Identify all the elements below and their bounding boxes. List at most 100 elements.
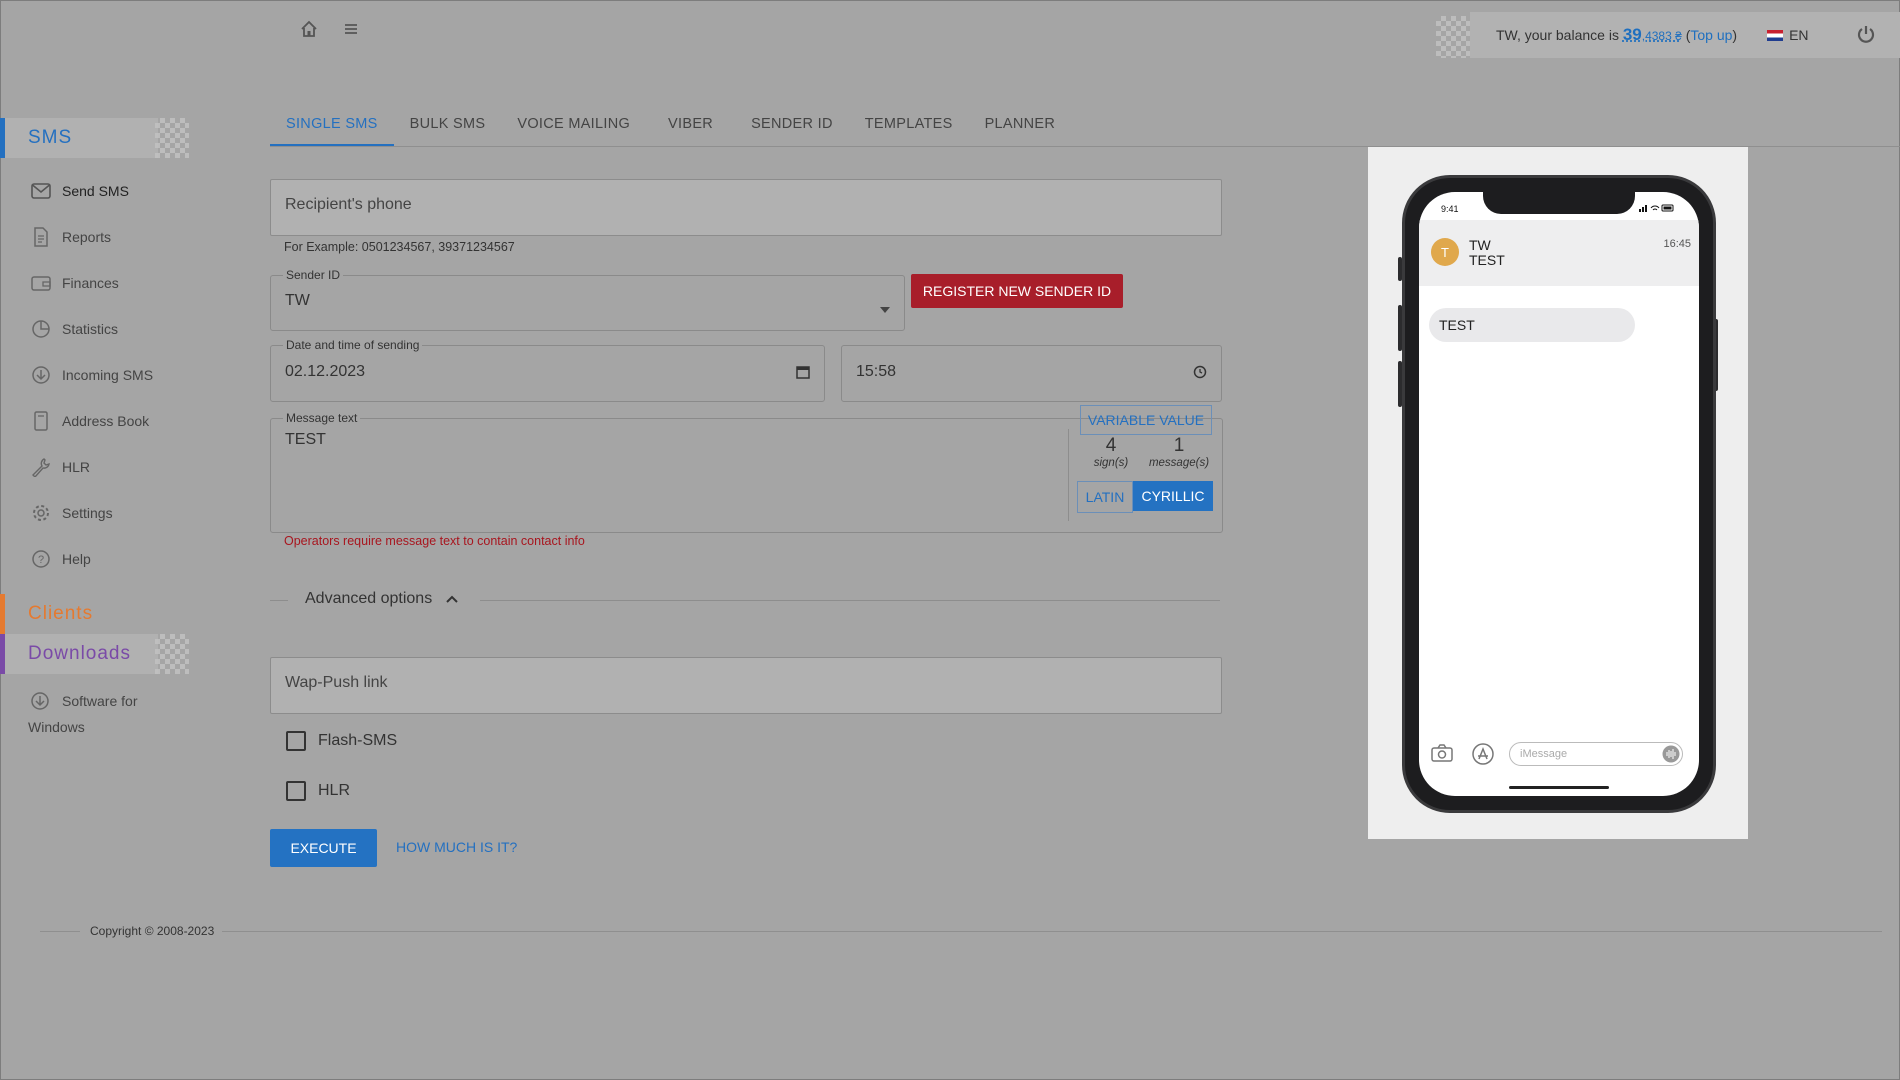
camera-icon: [1431, 744, 1453, 767]
tab-viber[interactable]: VIBER: [646, 104, 735, 144]
sidebar-section-sms-label: SMS: [28, 127, 73, 148]
sidebar-item-address-book[interactable]: Address Book: [0, 398, 190, 444]
flash-sms-checkbox[interactable]: Flash-SMS: [286, 731, 397, 751]
tab-templates[interactable]: TEMPLATES: [849, 104, 969, 144]
message-count: 1: [1173, 435, 1185, 456]
how-much-link[interactable]: HOW MUCH IS IT?: [396, 839, 517, 855]
date-value: 02.12.2023: [285, 363, 366, 380]
balance-prefix: TW, your balance is: [1496, 27, 1619, 43]
sidebar-section-clients-label: Clients: [28, 603, 94, 624]
sidebar-item-label: Reports: [62, 229, 112, 245]
sidebar: SMS Send SMS Reports Finances Statistics…: [0, 118, 190, 740]
home-indicator: [1509, 786, 1609, 789]
sms-preview-panel: 9:41 T TW TEST 16:45 TEST iMessage: [1368, 147, 1748, 839]
svg-text:?: ?: [38, 554, 44, 566]
balance-text: TW, your balance is 39,4383 ₴ (Top up): [1496, 25, 1737, 45]
divider: [480, 600, 1220, 601]
home-icon[interactable]: [300, 20, 318, 38]
hlr-label: HLR: [318, 782, 351, 799]
top-toolbar: [300, 20, 360, 38]
sender-id-select[interactable]: Sender ID TW: [270, 268, 905, 331]
tab-voice-mailing[interactable]: VOICE MAILING: [501, 104, 646, 144]
sidebar-item-label: Finances: [62, 275, 119, 291]
tab-planner[interactable]: PLANNER: [969, 104, 1072, 144]
message-text-area[interactable]: Message text TEST: [270, 411, 1223, 533]
software-label-line1: Software for: [62, 693, 138, 709]
chat-sender-subtitle: TEST: [1469, 252, 1505, 268]
imessage-field: iMessage: [1509, 742, 1683, 766]
date-input[interactable]: Date and time of sending 02.12.2023: [270, 338, 825, 402]
message-count-label: message(s): [1148, 457, 1210, 469]
sidebar-item-statistics[interactable]: Statistics: [0, 306, 190, 352]
message-bubble: TEST: [1429, 308, 1635, 342]
register-sender-id-button[interactable]: REGISTER NEW SENDER ID: [911, 274, 1123, 308]
flash-sms-label: Flash-SMS: [318, 732, 398, 749]
copyright-text: Copyright © 2008-2023: [90, 924, 215, 938]
sign-counter: 4 sign(s): [1088, 435, 1134, 469]
sidebar-section-downloads[interactable]: Downloads: [0, 634, 189, 674]
recipient-phone-input[interactable]: Recipient's phone: [270, 179, 1222, 236]
sidebar-section-sms[interactable]: SMS: [0, 118, 189, 158]
variable-value-button[interactable]: VARIABLE VALUE: [1080, 405, 1212, 435]
chat-time: 16:45: [1663, 238, 1691, 250]
message-composer: iMessage: [1419, 736, 1699, 776]
document-icon: [30, 226, 52, 248]
time-input[interactable]: 15:58: [841, 345, 1222, 402]
sidebar-item-send-sms[interactable]: Send SMS: [0, 168, 190, 214]
language-selector[interactable]: EN: [1767, 27, 1809, 43]
checkbox-box: [286, 781, 306, 801]
balance-amount[interactable]: 39,4383 ₴: [1623, 25, 1682, 44]
execute-button[interactable]: EXECUTE: [270, 829, 377, 867]
menu-icon[interactable]: [342, 20, 360, 38]
counter-divider: [1068, 429, 1069, 521]
imessage-placeholder: iMessage: [1520, 748, 1568, 760]
clock-icon[interactable]: [1193, 365, 1207, 384]
tab-sender-id[interactable]: SENDER ID: [735, 104, 849, 144]
language-label: EN: [1789, 27, 1809, 43]
decorative-pattern: [155, 118, 189, 158]
sidebar-item-finances[interactable]: Finances: [0, 260, 190, 306]
wrench-icon: [30, 456, 52, 478]
date-time-label: Date and time of sending: [283, 338, 423, 352]
message-text-value: TEST: [285, 431, 326, 448]
sidebar-item-reports[interactable]: Reports: [0, 214, 190, 260]
recipient-phone-placeholder: Recipient's phone: [285, 196, 412, 213]
help-icon: ?: [30, 548, 52, 570]
tab-single-sms[interactable]: SINGLE SMS: [270, 104, 394, 147]
download-circle-icon: [30, 364, 52, 386]
advanced-options-label: Advanced options: [305, 590, 433, 607]
sidebar-item-software-windows[interactable]: Software for Windows: [0, 674, 190, 740]
avatar: T: [1431, 238, 1459, 266]
advanced-options-toggle[interactable]: Advanced options: [305, 590, 458, 608]
download-circle-icon: [30, 690, 52, 712]
sidebar-item-hlr[interactable]: HLR: [0, 444, 190, 490]
tab-bulk-sms[interactable]: BULK SMS: [394, 104, 502, 144]
caret-down-icon: [880, 300, 890, 318]
topup-link[interactable]: Top up: [1690, 27, 1732, 43]
sidebar-section-clients[interactable]: Clients: [0, 594, 158, 634]
sidebar-item-label: Settings: [62, 505, 113, 521]
power-icon[interactable]: [1856, 24, 1876, 49]
checkbox-box: [286, 731, 306, 751]
sidebar-item-settings[interactable]: Settings: [0, 490, 190, 536]
app-store-icon: [1471, 743, 1495, 770]
latin-toggle-button[interactable]: LATIN: [1077, 481, 1133, 513]
sidebar-item-label: HLR: [62, 459, 91, 475]
balance-main: 39: [1622, 25, 1642, 44]
sidebar-item-help[interactable]: ? Help: [0, 536, 190, 582]
chevron-up-icon: [446, 590, 458, 608]
decorative-pattern: [155, 634, 189, 674]
sidebar-item-incoming-sms[interactable]: Incoming SMS: [0, 352, 190, 398]
address-book-icon: [30, 410, 52, 432]
chat-sender-name: TW: [1469, 237, 1491, 253]
cyrillic-toggle-button[interactable]: CYRILLIC: [1133, 481, 1213, 511]
balance-fraction: ,4383 ₴: [1641, 29, 1682, 43]
sidebar-item-label: Address Book: [62, 413, 150, 429]
calendar-icon[interactable]: [796, 365, 810, 384]
wap-push-link-input[interactable]: Wap-Push link: [270, 657, 1222, 714]
topup-close-paren: ): [1732, 27, 1738, 43]
sender-id-label: Sender ID: [283, 268, 344, 282]
uk-flag-icon: [1767, 29, 1784, 41]
hlr-checkbox[interactable]: HLR: [286, 781, 350, 801]
divider: [270, 600, 288, 601]
